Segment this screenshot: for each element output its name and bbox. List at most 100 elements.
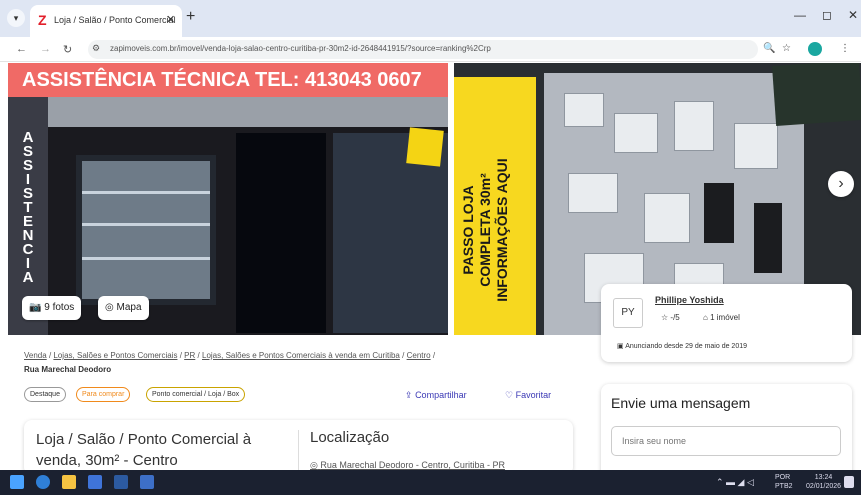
clock-date: 02/01/2026 <box>806 483 842 490</box>
store-icon[interactable] <box>88 475 102 489</box>
breadcrumb-separator: / <box>402 351 405 360</box>
url-field[interactable]: ⚙ zapimoveis.com.br/imovel/venda-loja-sa… <box>88 40 758 59</box>
forward-icon[interactable]: → <box>40 43 51 55</box>
photos-count-label: 9 fotos <box>44 302 75 313</box>
rating-value: -/5 <box>670 313 680 322</box>
map-pin-icon: ◎ <box>105 302 114 313</box>
breadcrumb-current: Rua Marechal Deodoro <box>24 365 112 374</box>
contact-form-title: Envie uma mensagem <box>611 395 751 411</box>
share-button[interactable]: ⇪ Compartilhar <box>405 390 467 401</box>
favorite-button[interactable]: ♡ Favoritar <box>505 390 551 401</box>
advertiser-card: PY Phillipe Yoshida ☆ -/5 ⌂ 1 imóvel ▣ A… <box>601 284 852 362</box>
menu-dots-icon[interactable]: ⋮ <box>840 43 850 54</box>
heart-icon: ♡ <box>505 390 514 400</box>
gallery-photo-storefront[interactable]: ASSISTÊNCIA TÉCNICA TEL: 413043 0607 ASS… <box>8 63 448 335</box>
browser-tab-bar: ▾ Z Loja / Salão / Ponto Comercial ✕ + —… <box>0 0 861 37</box>
tray-icons[interactable]: ⌃ ▬ ◢ ◁ <box>716 478 754 487</box>
advertiser-rating: ☆ -/5 <box>661 313 680 322</box>
product-device <box>704 183 734 243</box>
breadcrumb-separator: / <box>432 351 436 360</box>
app-icon[interactable] <box>114 475 128 489</box>
favorite-label: Favoritar <box>515 390 552 400</box>
zoom-icon[interactable]: 🔍 <box>763 43 775 54</box>
product-box <box>568 173 618 213</box>
breadcrumb-link[interactable]: PR <box>184 351 195 360</box>
browser-tab[interactable]: Z Loja / Salão / Ponto Comercial ✕ <box>30 5 182 37</box>
next-photo-button[interactable]: › <box>828 171 854 197</box>
windows-start-icon[interactable] <box>10 475 24 489</box>
location-title: Localização <box>310 429 390 446</box>
since-text: Anunciando desde 29 de maio de 2019 <box>625 343 748 350</box>
language-indicator[interactable]: POR PTB2 <box>775 473 793 491</box>
breadcrumb-separator: / <box>48 351 52 360</box>
breadcrumb-link[interactable]: Venda <box>24 351 47 360</box>
notification-icon[interactable] <box>844 476 854 488</box>
tab-close-icon[interactable]: ✕ <box>166 13 175 26</box>
product-device <box>754 203 782 273</box>
name-input[interactable] <box>611 426 841 456</box>
yellow-banner: PASSO LOJA COMPLETA 30m² INFORMAÇÕES AQU… <box>454 77 536 335</box>
contact-form: Envie uma mensagem <box>601 384 852 479</box>
product-box <box>674 101 714 151</box>
camera-icon: 📷 <box>29 302 42 313</box>
windows-taskbar: ⌃ ▬ ◢ ◁ POR PTB2 13:24 02/01/2026 <box>0 470 861 495</box>
star-icon: ☆ <box>661 313 669 322</box>
share-label: Compartilhar <box>415 390 467 400</box>
location-address: Rua Marechal Deodoro - Centro, Curitiba … <box>320 460 505 470</box>
tab-title: Loja / Salão / Ponto Comercial <box>54 15 176 25</box>
display-cabinet <box>76 155 216 305</box>
breadcrumb-link[interactable]: Centro <box>407 351 431 360</box>
url-text: zapimoveis.com.br/imovel/venda-loja-sala… <box>110 44 491 53</box>
advertiser-since: ▣ Anunciando desde 29 de maio de 2019 <box>617 342 747 350</box>
back-icon[interactable]: ← <box>16 43 27 55</box>
advertiser-avatar: PY <box>613 298 643 328</box>
breadcrumb-link[interactable]: Lojas, Salões e Pontos Comerciais à vend… <box>202 351 400 360</box>
yellow-banner-text: PASSO LOJA COMPLETA 30m² INFORMAÇÕES AQU… <box>460 158 510 302</box>
edge-icon[interactable] <box>36 475 50 489</box>
clock[interactable]: 13:24 02/01/2026 <box>806 473 841 491</box>
share-icon: ⇪ <box>405 390 413 400</box>
store-banner-text: ASSISTÊNCIA TÉCNICA TEL: 413043 0607 <box>8 63 448 97</box>
new-tab-button[interactable]: + <box>186 8 195 26</box>
map-label: Mapa <box>116 302 142 313</box>
product-box <box>644 193 690 243</box>
map-button[interactable]: ◎ Mapa <box>98 296 149 320</box>
tab-search-icon[interactable]: ▾ <box>7 9 25 27</box>
location-pin-icon: ◎ <box>310 460 318 470</box>
close-window-button[interactable]: ✕ <box>848 8 858 22</box>
cabinet-shelf <box>82 191 210 194</box>
shop-door <box>236 133 326 333</box>
photos-count-button[interactable]: 📷 9 fotos <box>22 296 82 320</box>
reload-icon[interactable]: ↻ <box>63 43 72 56</box>
clock-time: 13:24 <box>814 474 833 481</box>
breadcrumb-link[interactable]: Lojas, Salões e Pontos Comerciais <box>53 351 177 360</box>
bookmark-star-icon[interactable]: ☆ <box>782 43 791 54</box>
product-box <box>614 113 658 153</box>
listing-detail-card: Loja / Salão / Ponto Comercial à venda, … <box>24 420 573 475</box>
cabinet-shelf <box>82 257 210 260</box>
lang-layout: PTB2 <box>775 483 793 490</box>
properties-count: 1 imóvel <box>710 313 740 322</box>
tag-para-comprar: Para comprar <box>76 387 131 402</box>
app-icon[interactable] <box>140 475 154 489</box>
advertiser-properties: ⌂ 1 imóvel <box>703 313 740 322</box>
tag-destaque: Destaque <box>24 387 66 402</box>
address-bar: ← → ↻ ⚙ zapimoveis.com.br/imovel/venda-l… <box>0 37 861 62</box>
chalkboard <box>772 63 861 126</box>
maximize-button[interactable]: ◻ <box>822 8 832 22</box>
site-info-icon[interactable]: ⚙ <box>92 43 100 54</box>
product-box <box>564 93 604 127</box>
minimize-button[interactable]: — <box>794 8 806 22</box>
lang-code: POR <box>775 474 791 481</box>
divider <box>298 430 299 475</box>
advertiser-name-link[interactable]: Phillipe Yoshida <box>655 295 724 305</box>
profile-avatar-icon[interactable] <box>808 42 822 56</box>
product-box <box>734 123 778 169</box>
breadcrumb-separator: / <box>179 351 182 360</box>
calendar-icon: ▣ <box>617 343 624 350</box>
house-icon: ⌂ <box>703 313 708 322</box>
breadcrumb-separator: / <box>197 351 200 360</box>
zap-favicon-icon: Z <box>38 12 47 28</box>
file-explorer-icon[interactable] <box>62 475 76 489</box>
yellow-sticker <box>406 127 444 167</box>
